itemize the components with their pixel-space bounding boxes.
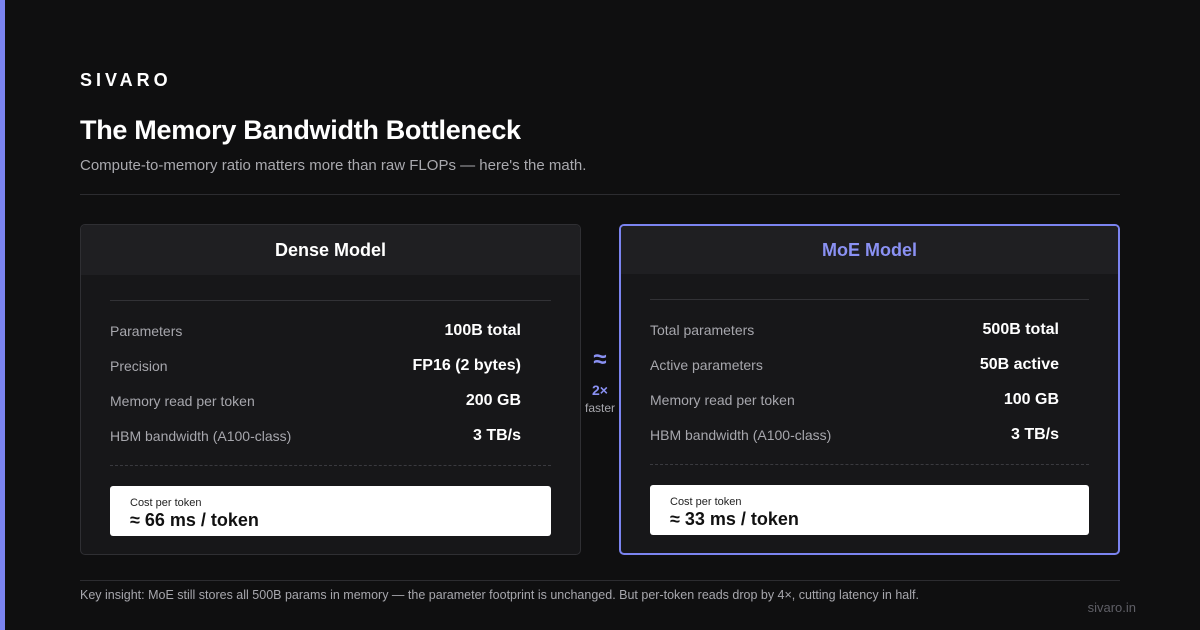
- approx-icon: ≈: [593, 346, 607, 373]
- moe-spec-list: Total parameters 500B total Active param…: [650, 312, 1089, 452]
- spec-row: Active parameters 50B active: [650, 347, 1089, 382]
- spec-value: 50B active: [979, 355, 1059, 373]
- moe-model-card: MoE Model Total parameters 500B total Ac…: [619, 224, 1120, 555]
- spec-row: Parameters 100B total: [110, 313, 551, 348]
- cost-label: Cost per token: [670, 496, 742, 508]
- spec-value: 500B total: [982, 320, 1059, 338]
- key-insight: Key insight: MoE still stores all 500B p…: [80, 588, 919, 602]
- comparison-indicator: ≈ 2× faster: [580, 346, 620, 415]
- spec-row: Precision FP16 (2 bytes): [110, 348, 551, 383]
- spec-value: FP16 (2 bytes): [412, 356, 521, 374]
- cost-label: Cost per token: [130, 497, 202, 509]
- spec-row: HBM bandwidth (A100-class) 3 TB/s: [110, 418, 551, 453]
- spec-value: 3 TB/s: [1010, 425, 1059, 443]
- spec-label: Memory read per token: [110, 392, 255, 409]
- dense-card-body: Parameters 100B total Precision FP16 (2 …: [81, 300, 580, 536]
- divider: [650, 299, 1089, 300]
- spec-label: Total parameters: [650, 321, 755, 338]
- speedup-value: 2×: [592, 382, 608, 398]
- spec-label: Parameters: [110, 322, 183, 339]
- moe-card-body: Total parameters 500B total Active param…: [621, 299, 1118, 535]
- page-subtitle: Compute-to-memory ratio matters more tha…: [80, 157, 587, 174]
- spec-label: HBM bandwidth (A100-class): [650, 426, 832, 443]
- site-domain: sivaro.in: [1087, 600, 1136, 615]
- spec-value: 100B total: [444, 321, 521, 339]
- page-title: The Memory Bandwidth Bottleneck: [80, 115, 521, 145]
- spec-row: Memory read per token 100 GB: [650, 382, 1089, 417]
- dense-card-heading: Dense Model: [81, 225, 580, 275]
- speedup-caption: faster: [584, 401, 615, 415]
- spec-label: HBM bandwidth (A100-class): [110, 427, 292, 444]
- dense-spec-list: Parameters 100B total Precision FP16 (2 …: [110, 313, 551, 453]
- dense-model-card: Dense Model Parameters 100B total Precis…: [80, 224, 581, 555]
- moe-card-heading: MoE Model: [621, 226, 1118, 274]
- spec-value: 3 TB/s: [472, 426, 521, 444]
- spec-row: Memory read per token 200 GB: [110, 383, 551, 418]
- dashed-divider: [110, 465, 551, 466]
- cost-value: ≈ 66 ms / token: [130, 510, 259, 530]
- spec-value: 200 GB: [465, 391, 521, 409]
- spec-row: HBM bandwidth (A100-class) 3 TB/s: [650, 417, 1089, 452]
- spec-label: Memory read per token: [650, 391, 795, 408]
- footer-divider: [80, 580, 1120, 581]
- moe-cost-box: Cost per token ≈ 33 ms / token: [650, 485, 1089, 535]
- accent-bar: [0, 0, 5, 630]
- header-divider: [80, 194, 1120, 195]
- dense-cost-box: Cost per token ≈ 66 ms / token: [110, 486, 551, 536]
- divider: [110, 300, 551, 301]
- spec-label: Active parameters: [650, 356, 763, 373]
- brand-logo: SIVARO: [80, 70, 172, 90]
- spec-label: Precision: [110, 357, 168, 374]
- dashed-divider: [650, 464, 1089, 465]
- spec-value: 100 GB: [1003, 390, 1059, 408]
- spec-row: Total parameters 500B total: [650, 312, 1089, 347]
- cost-value: ≈ 33 ms / token: [670, 509, 799, 529]
